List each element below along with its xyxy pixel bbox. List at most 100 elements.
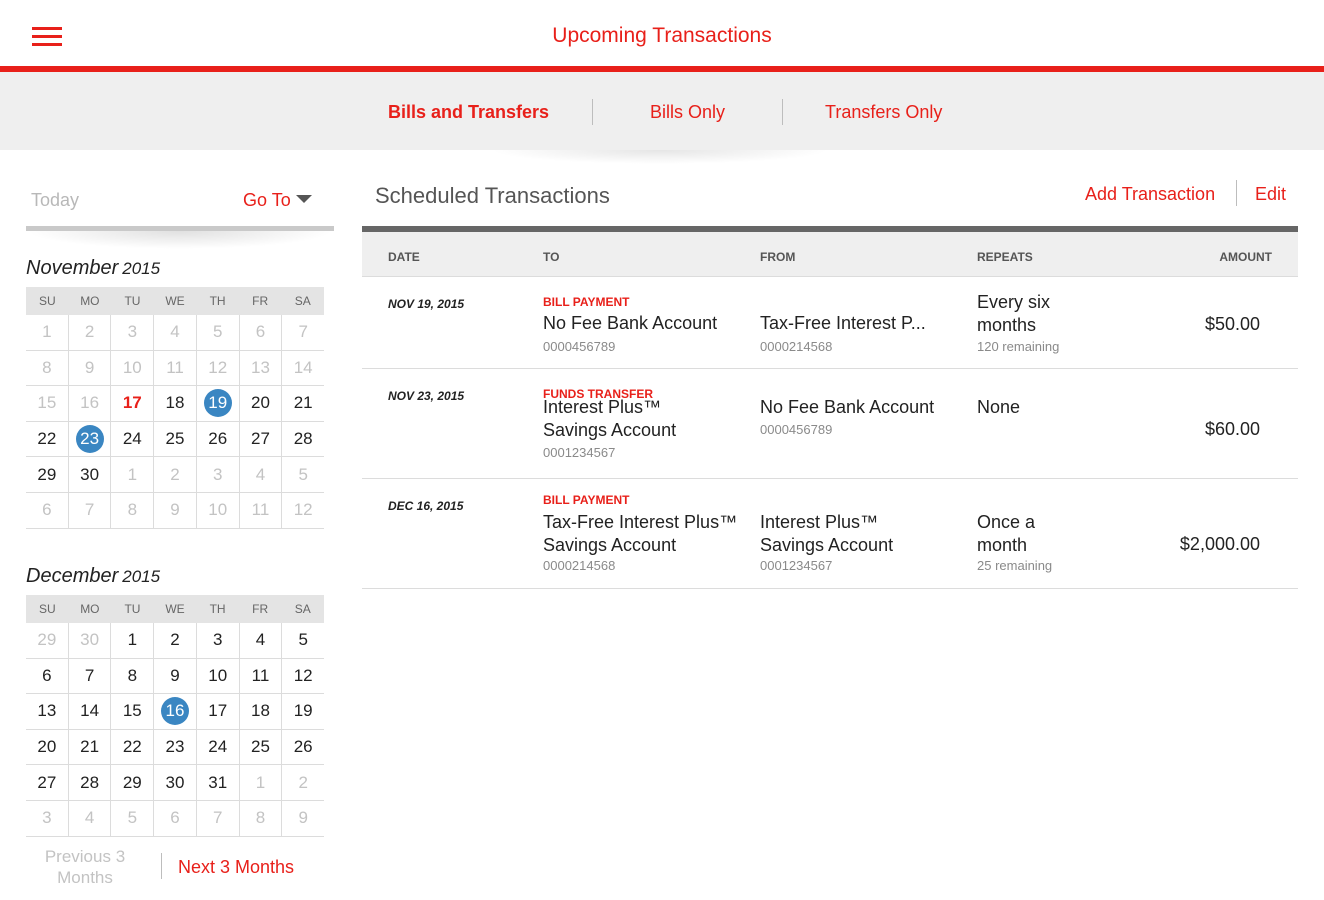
calendar-day[interactable]: 25 — [154, 421, 197, 457]
calendar-day[interactable]: 30 — [69, 457, 112, 492]
calendar-day[interactable]: 13 — [26, 694, 69, 729]
calendar-day[interactable]: 18 — [154, 386, 197, 421]
calendar-day[interactable]: 18 — [240, 694, 283, 729]
calendar-day[interactable]: 9 — [154, 658, 197, 694]
calendar-day[interactable]: 20 — [26, 729, 69, 765]
previous-3-months-button[interactable]: Previous 3 Months — [30, 846, 140, 888]
calendar-month-name: November — [26, 257, 119, 279]
calendar-day[interactable]: 26 — [282, 730, 324, 765]
calendar-day[interactable]: 2 — [69, 315, 112, 350]
calendar-day[interactable]: 31 — [197, 765, 240, 800]
calendar-day[interactable]: 5 — [197, 315, 240, 350]
calendar-day[interactable]: 11 — [240, 658, 283, 694]
calendar-day[interactable]: 3 — [197, 623, 240, 658]
calendar-day[interactable]: 3 — [197, 457, 240, 492]
calendar-day[interactable]: 15 — [111, 694, 155, 729]
calendar-day-scheduled[interactable]: 19 — [197, 386, 240, 421]
calendar-day[interactable]: 24 — [111, 421, 155, 457]
next-3-months-button[interactable]: Next 3 Months — [178, 857, 294, 878]
calendar-day[interactable]: 28 — [282, 422, 324, 457]
calendar-day[interactable]: 9 — [69, 350, 112, 386]
calendar-day-scheduled[interactable]: 16 — [154, 694, 197, 729]
calendar-day[interactable]: 2 — [154, 457, 197, 492]
calendar-day[interactable]: 30 — [154, 765, 197, 800]
calendar-day[interactable]: 14 — [69, 694, 112, 729]
calendar-day[interactable]: 4 — [240, 623, 283, 658]
caret-down-icon[interactable] — [296, 195, 312, 203]
calendar-day[interactable]: 1 — [26, 315, 69, 350]
calendar-day[interactable]: 5 — [282, 457, 324, 492]
calendar-day[interactable]: 28 — [69, 765, 112, 800]
calendar-day[interactable]: 19 — [282, 694, 324, 729]
calendar-day[interactable]: 26 — [197, 421, 240, 457]
edit-button[interactable]: Edit — [1255, 184, 1286, 205]
calendar-day[interactable]: 22 — [26, 421, 69, 457]
transaction-row[interactable]: NOV 23, 2015 FUNDS TRANSFER Interest Plus™… — [362, 369, 1298, 479]
calendar-day[interactable]: 9 — [282, 801, 324, 836]
calendar-day[interactable]: 17 — [111, 386, 155, 421]
calendar-day[interactable]: 8 — [111, 658, 155, 694]
calendar-day[interactable]: 2 — [154, 623, 197, 658]
calendar-day[interactable]: 29 — [26, 623, 69, 658]
calendar-day[interactable]: 10 — [197, 658, 240, 694]
transaction-row[interactable]: NOV 19, 2015 BILL PAYMENT No Fee Bank Acco… — [362, 277, 1298, 369]
segment-bills-and-transfers[interactable]: Bills and Transfers — [388, 102, 549, 123]
calendar-day[interactable]: 6 — [154, 800, 197, 836]
calendar-day[interactable]: 1 — [240, 765, 283, 800]
add-transaction-button[interactable]: Add Transaction — [1085, 184, 1215, 205]
calendar-day[interactable]: 6 — [26, 658, 69, 694]
calendar-day[interactable]: 11 — [154, 350, 197, 386]
calendar-day[interactable]: 29 — [26, 457, 69, 492]
calendar-day[interactable]: 20 — [240, 386, 283, 421]
calendar-day[interactable]: 11 — [240, 492, 283, 528]
calendar-day[interactable]: 22 — [111, 729, 155, 765]
calendar-day[interactable]: 8 — [26, 350, 69, 386]
calendar-day[interactable]: 4 — [240, 457, 283, 492]
calendar-day[interactable]: 12 — [197, 350, 240, 386]
segment-transfers-only[interactable]: Transfers Only — [825, 102, 942, 123]
calendar-day[interactable]: 5 — [111, 800, 155, 836]
calendar-week-row: 15 16 17 18 19 20 21 — [26, 386, 324, 422]
calendar-day[interactable]: 12 — [282, 659, 324, 694]
calendar-day[interactable]: 15 — [26, 386, 69, 421]
calendar-day[interactable]: 25 — [240, 729, 283, 765]
calendar-day[interactable]: 2 — [282, 765, 324, 800]
calendar-day[interactable]: 8 — [240, 800, 283, 836]
calendar-day[interactable]: 27 — [26, 765, 69, 800]
calendar-day[interactable]: 5 — [282, 623, 324, 658]
goto-dropdown[interactable]: Go To — [243, 190, 291, 211]
calendar-day[interactable]: 3 — [26, 800, 69, 836]
calendar-day[interactable]: 10 — [197, 492, 240, 528]
calendar-day[interactable]: 1 — [111, 623, 155, 658]
calendar-day[interactable]: 12 — [282, 493, 324, 528]
transaction-row[interactable]: DEC 16, 2015 BILL PAYMENT Tax-Free Interes… — [362, 479, 1298, 589]
repeat-info: None — [977, 396, 1020, 419]
calendar-day[interactable]: 7 — [197, 800, 240, 836]
calendar-day[interactable]: 6 — [26, 492, 69, 528]
calendar-day[interactable]: 1 — [111, 457, 155, 492]
calendar-day-scheduled[interactable]: 23 — [69, 421, 112, 457]
calendar-day[interactable]: 14 — [282, 351, 324, 386]
calendar-day[interactable]: 24 — [197, 729, 240, 765]
calendar-day[interactable]: 23 — [154, 729, 197, 765]
calendar-day[interactable]: 29 — [111, 765, 155, 800]
calendar-day[interactable]: 16 — [69, 386, 112, 421]
calendar-day[interactable]: 30 — [69, 623, 112, 658]
segment-bills-only[interactable]: Bills Only — [650, 102, 725, 123]
calendar-day[interactable]: 4 — [69, 800, 112, 836]
today-button[interactable]: Today — [31, 190, 79, 211]
calendar-day[interactable]: 13 — [240, 350, 283, 386]
calendar-day[interactable]: 10 — [111, 350, 155, 386]
calendar-day[interactable]: 6 — [240, 315, 283, 350]
calendar-day[interactable]: 27 — [240, 421, 283, 457]
calendar-day[interactable]: 7 — [69, 492, 112, 528]
calendar-day[interactable]: 3 — [111, 315, 155, 350]
calendar-day[interactable]: 4 — [154, 315, 197, 350]
calendar-day[interactable]: 21 — [69, 729, 112, 765]
calendar-day[interactable]: 17 — [197, 694, 240, 729]
calendar-day[interactable]: 7 — [282, 315, 324, 350]
calendar-day[interactable]: 8 — [111, 492, 155, 528]
calendar-day[interactable]: 9 — [154, 492, 197, 528]
calendar-day[interactable]: 7 — [69, 658, 112, 694]
calendar-day[interactable]: 21 — [282, 386, 324, 421]
